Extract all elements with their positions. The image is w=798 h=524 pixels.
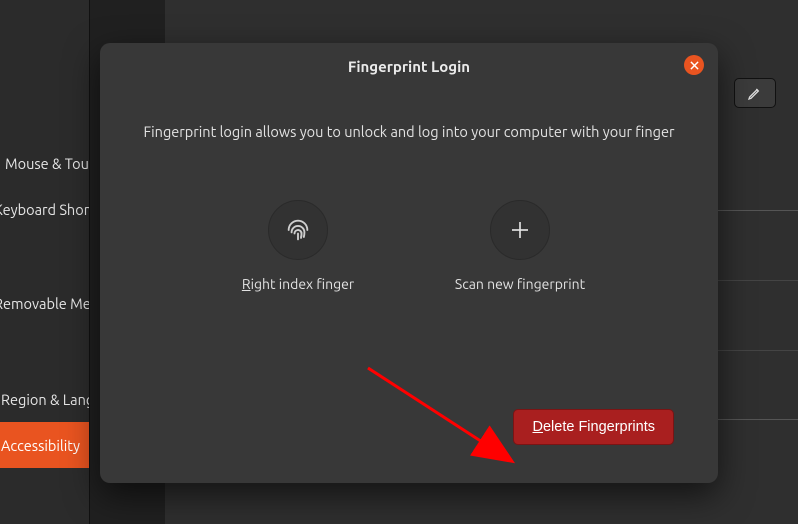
- dialog-header: Fingerprint Login: [100, 43, 718, 89]
- fingerprint-options: Right index finger Scan new fingerprint: [100, 200, 718, 292]
- sidebar-item-mouse-touchpad[interactable]: Mouse & Touchpad: [0, 140, 89, 186]
- sidebar-item-region-language[interactable]: Region & Language: [0, 376, 89, 422]
- add-icon: [490, 200, 550, 260]
- dialog-description: Fingerprint login allows you to unlock a…: [100, 123, 718, 140]
- close-icon: [690, 61, 699, 70]
- enrolled-fingerprint-label: Right index finger: [242, 276, 354, 292]
- scan-new-fingerprint[interactable]: Scan new fingerprint: [440, 200, 600, 292]
- fingerprint-login-dialog: Fingerprint Login Fingerprint login allo…: [100, 43, 718, 483]
- pencil-icon: [747, 85, 763, 101]
- sidebar-item-keyboard-shortcuts[interactable]: Keyboard Shortcuts: [0, 186, 89, 232]
- sidebar-item-label: Keyboard Shortcuts: [0, 201, 90, 218]
- close-button[interactable]: [684, 55, 704, 75]
- sidebar-item-accessibility[interactable]: Accessibility: [0, 422, 89, 468]
- fingerprint-icon: [268, 200, 328, 260]
- scan-new-fingerprint-label: Scan new fingerprint: [455, 276, 585, 292]
- sidebar-item-label: Accessibility: [1, 437, 80, 454]
- sidebar-item-default-applications[interactable]: Default Applications: [0, 518, 89, 524]
- unlock-button[interactable]: [734, 78, 776, 108]
- sidebar-item-label: Removable Media: [0, 295, 90, 312]
- enrolled-fingerprint[interactable]: Right index finger: [218, 200, 378, 292]
- sidebar-item-label: Mouse & Touchpad: [5, 155, 90, 172]
- sidebar-item-removable-media[interactable]: Removable Media: [0, 280, 89, 326]
- delete-fingerprints-button[interactable]: Delete Fingerprints: [513, 409, 674, 445]
- settings-sidebar: Mouse & Touchpad Keyboard Shortcuts Remo…: [0, 0, 90, 524]
- dialog-title: Fingerprint Login: [348, 58, 470, 75]
- sidebar-item-label: Region & Language: [1, 391, 90, 408]
